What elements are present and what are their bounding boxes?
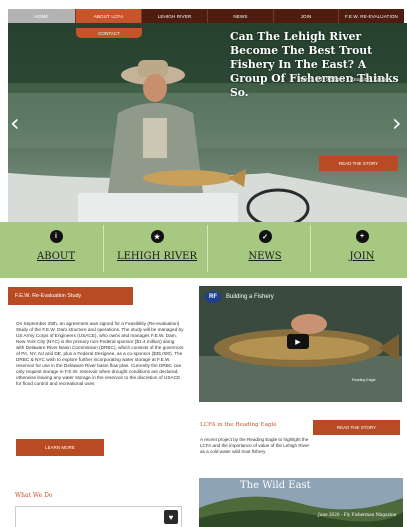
nav-home[interactable]: HOME <box>8 9 76 23</box>
check-icon: ✓ <box>258 230 272 243</box>
nav-few-re-evaluation[interactable]: F.E.W. RE-EVALUATION <box>339 9 404 23</box>
few-study-body: On September 25th, an agreement was sign… <box>16 321 184 386</box>
nav-join[interactable]: JOIN <box>274 9 339 23</box>
info-icon: i <box>49 230 63 243</box>
nav-lehigh-river[interactable]: LEHIGH RIVER <box>142 9 208 23</box>
top-navigation: HOME ABOUT LCFA LEHIGH RIVER NEWS JOIN F… <box>8 9 404 23</box>
video-brand: Reading Eagle <box>352 378 376 382</box>
contact-button[interactable]: CONTACT <box>76 28 142 38</box>
divider <box>310 225 311 272</box>
divider <box>207 225 208 272</box>
what-we-do-card <box>15 506 182 527</box>
divider <box>103 225 104 272</box>
nav-news[interactable]: NEWS <box>208 9 274 23</box>
nav-about-lcfa[interactable]: ABOUT LCFA <box>76 9 142 23</box>
quick-link-lehigh-river[interactable]: ★ LEHIGH RIVER <box>107 230 207 270</box>
lcfa-reading-eagle-heading: LCFA in the Reading Eagle <box>200 422 277 428</box>
video-title[interactable]: Building a Fishery <box>226 294 274 300</box>
learn-more-button[interactable]: LEARN MORE <box>16 439 104 456</box>
rf-logo: RF <box>205 291 221 303</box>
quick-links-band: i ABOUT ★ LEHIGH RIVER ✓ NEWS + JOIN <box>0 222 407 278</box>
heart-icon[interactable]: ♥ <box>164 510 178 524</box>
plus-icon: + <box>355 230 369 243</box>
quick-link-label[interactable]: ABOUT <box>37 251 75 262</box>
play-icon[interactable]: ▶ <box>287 334 309 349</box>
quick-link-label[interactable]: NEWS <box>248 251 281 262</box>
lcfa-reading-eagle-body: A recent project by the Reading Eagle to… <box>200 437 310 454</box>
quick-link-label[interactable]: JOIN <box>350 251 375 262</box>
few-study-heading: F.E.W. Re-Evaluation Study <box>8 287 133 305</box>
what-we-do-heading: What We Do <box>15 492 53 499</box>
hero-title: Can The Lehigh River Become The Best Tro… <box>230 30 399 99</box>
hero-subtitle: March 2019 Story - Reading Eagle <box>297 77 389 83</box>
quick-link-label[interactable]: LEHIGH RIVER <box>117 251 197 262</box>
quick-link-about[interactable]: i ABOUT <box>6 230 106 270</box>
read-the-story-button-2[interactable]: READ THE STORY <box>313 420 400 435</box>
read-the-story-button[interactable]: READ THE STORY <box>319 156 398 171</box>
chevron-right-icon[interactable]: › <box>392 111 402 135</box>
wild-east-subtitle: June 2020 - Fly Fisherman Magazine <box>318 512 397 517</box>
quick-link-news[interactable]: ✓ NEWS <box>215 230 315 270</box>
quick-link-join[interactable]: + JOIN <box>312 230 407 270</box>
chevron-left-icon[interactable]: ‹ <box>10 111 20 135</box>
star-icon: ★ <box>150 230 164 243</box>
wild-east-title: The Wild East <box>240 480 311 491</box>
